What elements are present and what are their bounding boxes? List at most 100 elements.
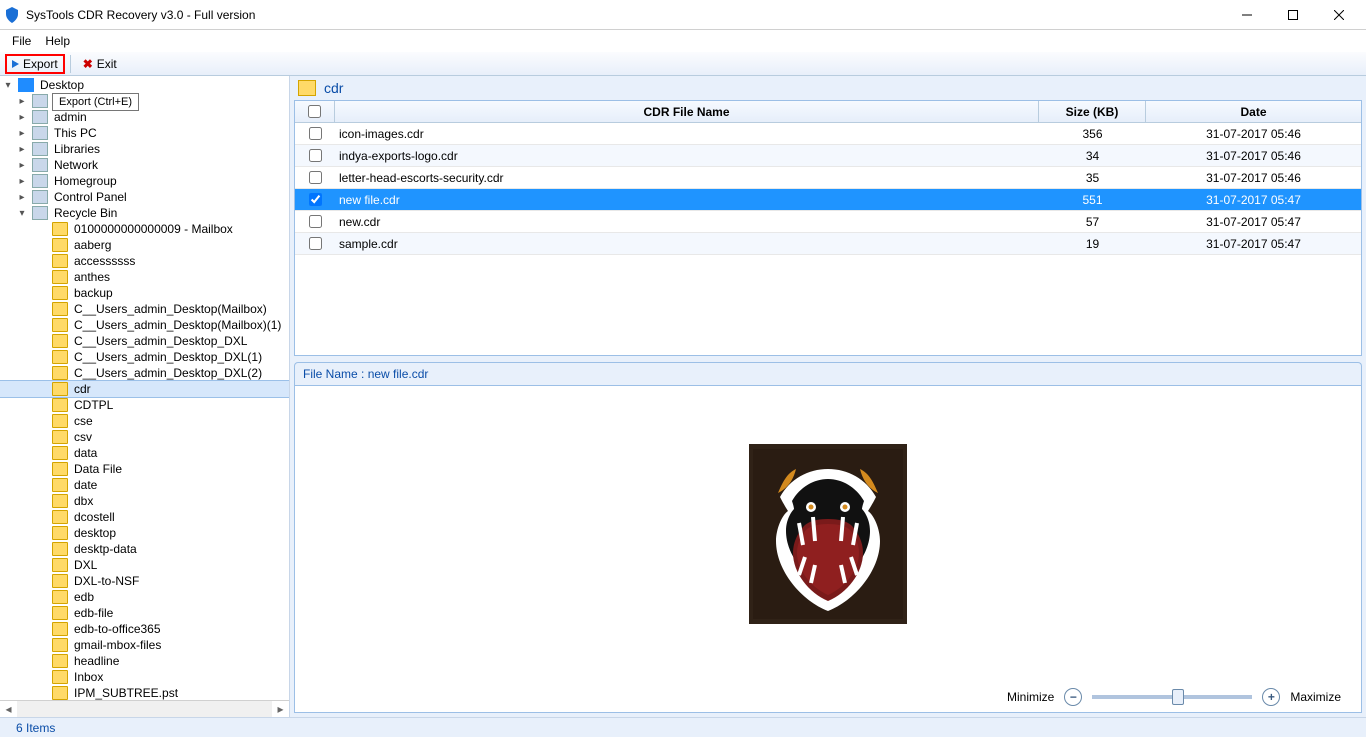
expander-icon[interactable] [36, 591, 48, 603]
minimize-button[interactable] [1224, 0, 1270, 30]
expander-icon[interactable] [36, 287, 48, 299]
zoom-in-button[interactable]: + [1262, 688, 1280, 706]
expander-icon[interactable]: ▸ [16, 111, 28, 123]
expander-icon[interactable] [36, 239, 48, 251]
tree-item[interactable]: desktop [0, 525, 289, 541]
export-button[interactable]: Export [6, 55, 64, 73]
expander-icon[interactable] [36, 351, 48, 363]
expander-icon[interactable] [36, 319, 48, 331]
tree-item[interactable]: ▾Desktop [0, 77, 289, 93]
tree-item[interactable]: dcostell [0, 509, 289, 525]
tree-item[interactable]: data [0, 445, 289, 461]
file-row[interactable]: sample.cdr1931-07-2017 05:47 [295, 233, 1361, 255]
expander-icon[interactable]: ▾ [2, 79, 14, 91]
expander-icon[interactable] [36, 367, 48, 379]
file-checkbox[interactable] [309, 237, 322, 250]
tree-item[interactable]: anthes [0, 269, 289, 285]
expander-icon[interactable]: ▾ [16, 207, 28, 219]
tree-item[interactable]: ▸This PC [0, 125, 289, 141]
tree-item[interactable]: ▸Homegroup [0, 173, 289, 189]
tree-item[interactable]: C__Users_admin_Desktop_DXL [0, 333, 289, 349]
tree-item[interactable]: ▸O... ...oftware [0, 93, 289, 109]
tree-item[interactable]: C__Users_admin_Desktop(Mailbox) [0, 301, 289, 317]
expander-icon[interactable] [36, 655, 48, 667]
col-checkbox[interactable] [295, 101, 335, 122]
file-row[interactable]: new file.cdr55131-07-2017 05:47 [295, 189, 1361, 211]
expander-icon[interactable] [36, 639, 48, 651]
zoom-slider[interactable] [1092, 695, 1252, 699]
expander-icon[interactable]: ▸ [16, 175, 28, 187]
tree-item[interactable]: desktp-data [0, 541, 289, 557]
menu-help[interactable]: Help [45, 34, 70, 48]
file-checkbox[interactable] [309, 171, 322, 184]
tree-item[interactable]: csv [0, 429, 289, 445]
expander-icon[interactable] [36, 223, 48, 235]
expander-icon[interactable] [36, 383, 48, 395]
file-checkbox[interactable] [309, 193, 322, 206]
tree-item[interactable]: DXL [0, 557, 289, 573]
expander-icon[interactable] [36, 687, 48, 699]
close-button[interactable] [1316, 0, 1362, 30]
tree-item[interactable]: cdr [0, 381, 289, 397]
tree-item[interactable]: dbx [0, 493, 289, 509]
hscroll-right[interactable]: ▸ [272, 701, 289, 717]
file-row[interactable]: new.cdr5731-07-2017 05:47 [295, 211, 1361, 233]
tree-item[interactable]: Inbox [0, 669, 289, 685]
expander-icon[interactable] [36, 303, 48, 315]
expander-icon[interactable]: ▸ [16, 191, 28, 203]
col-name[interactable]: CDR File Name [335, 101, 1039, 122]
expander-icon[interactable] [36, 447, 48, 459]
file-row[interactable]: letter-head-escorts-security.cdr3531-07-… [295, 167, 1361, 189]
exit-button[interactable]: ✖ Exit [77, 55, 123, 73]
tree-item[interactable]: edb [0, 589, 289, 605]
tree-item[interactable]: ▸Control Panel [0, 189, 289, 205]
expander-icon[interactable] [36, 463, 48, 475]
tree-item[interactable]: CDTPL [0, 397, 289, 413]
file-checkbox[interactable] [309, 215, 322, 228]
tree-item[interactable]: edb-to-office365 [0, 621, 289, 637]
tree-item[interactable]: C__Users_admin_Desktop_DXL(1) [0, 349, 289, 365]
expander-icon[interactable] [36, 671, 48, 683]
tree-item[interactable]: IPM_SUBTREE.pst [0, 685, 289, 700]
tree-item[interactable]: 0100000000000009 - Mailbox [0, 221, 289, 237]
expander-icon[interactable] [36, 527, 48, 539]
tree-item[interactable]: ▾Recycle Bin [0, 205, 289, 221]
hscroll-left[interactable]: ◂ [0, 701, 17, 717]
tree-item[interactable]: ▸Libraries [0, 141, 289, 157]
tree-item[interactable]: C__Users_admin_Desktop_DXL(2) [0, 365, 289, 381]
menu-file[interactable]: File [12, 34, 31, 48]
tree-item[interactable]: ▸admin [0, 109, 289, 125]
file-checkbox[interactable] [309, 149, 322, 162]
expander-icon[interactable]: ▸ [16, 95, 28, 107]
expander-icon[interactable] [36, 607, 48, 619]
expander-icon[interactable] [36, 399, 48, 411]
expander-icon[interactable] [36, 575, 48, 587]
tree-item[interactable]: aaberg [0, 237, 289, 253]
tree-hscroll[interactable]: ◂ ▸ [0, 700, 289, 717]
file-row[interactable]: indya-exports-logo.cdr3431-07-2017 05:46 [295, 145, 1361, 167]
tree-item[interactable]: date [0, 477, 289, 493]
expander-icon[interactable]: ▸ [16, 143, 28, 155]
tree-item[interactable]: ▸Network [0, 157, 289, 173]
tree-item[interactable]: edb-file [0, 605, 289, 621]
expander-icon[interactable]: ▸ [16, 127, 28, 139]
zoom-out-button[interactable]: − [1064, 688, 1082, 706]
file-checkbox[interactable] [309, 127, 322, 140]
expander-icon[interactable] [36, 271, 48, 283]
expander-icon[interactable] [36, 255, 48, 267]
tree-item[interactable]: gmail-mbox-files [0, 637, 289, 653]
expander-icon[interactable] [36, 543, 48, 555]
tree-item[interactable]: DXL-to-NSF [0, 573, 289, 589]
expander-icon[interactable] [36, 559, 48, 571]
tree-item[interactable]: Data File [0, 461, 289, 477]
expander-icon[interactable] [36, 335, 48, 347]
tree-scroll[interactable]: ▾Desktop▸O... ...oftware▸admin▸This PC▸L… [0, 76, 289, 700]
list-body[interactable]: icon-images.cdr35631-07-2017 05:46indya-… [295, 123, 1361, 255]
expander-icon[interactable] [36, 511, 48, 523]
tree-item[interactable]: backup [0, 285, 289, 301]
expander-icon[interactable] [36, 415, 48, 427]
maximize-button[interactable] [1270, 0, 1316, 30]
file-row[interactable]: icon-images.cdr35631-07-2017 05:46 [295, 123, 1361, 145]
zoom-knob[interactable] [1172, 689, 1184, 705]
tree-item[interactable]: accessssss [0, 253, 289, 269]
